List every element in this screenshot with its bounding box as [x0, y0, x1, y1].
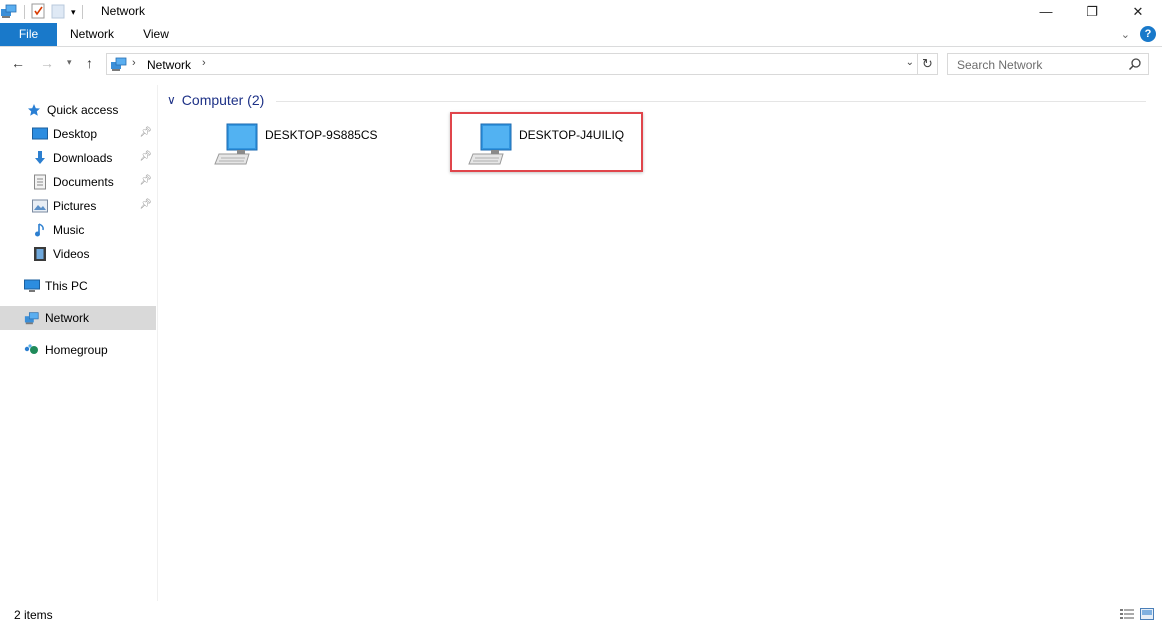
sidebar-item-network[interactable]: Network — [0, 306, 156, 330]
sidebar-item-music[interactable]: Music — [0, 218, 156, 242]
close-button[interactable]: ✕ — [1115, 0, 1161, 23]
pictures-icon — [32, 198, 48, 214]
pin-icon[interactable]: 📌︎ — [139, 151, 152, 162]
group-divider — [276, 101, 1146, 102]
computer-item[interactable]: DESKTOP-9S885CS — [213, 120, 403, 170]
refresh-icon: ↻ — [922, 56, 933, 71]
sidebar-item-label: Homegroup — [45, 343, 108, 357]
file-explorer-window: ▾ Network — ❐ ✕ File Network View ⌄ ? ← … — [0, 0, 1162, 626]
title-bar: ▾ Network — ❐ ✕ — [0, 0, 1162, 23]
sidebar-item-label: Music — [53, 223, 85, 237]
forward-arrow-icon[interactable]: → — [40, 55, 54, 71]
sidebar-item-label: Downloads — [53, 151, 113, 165]
address-dropdown-icon[interactable]: ⌄ — [906, 57, 914, 68]
back-arrow-icon[interactable]: ← — [11, 55, 25, 71]
sidebar-item-label: Quick access — [47, 103, 119, 117]
expand-ribbon-icon[interactable]: ⌄ — [1121, 28, 1130, 41]
highlight-box — [450, 112, 643, 172]
network-location-icon — [110, 56, 128, 75]
pin-icon[interactable]: 📌︎ — [139, 199, 152, 210]
sidebar-item-desktop[interactable]: Desktop 📌︎ — [0, 122, 156, 146]
sidebar-item-label: Desktop — [53, 127, 98, 141]
search-box[interactable]: Search Network — [947, 53, 1149, 75]
new-folder-icon[interactable] — [51, 3, 65, 22]
star-icon — [26, 102, 42, 118]
minimize-icon: — — [1039, 4, 1053, 19]
ribbon-tabs: File Network View ⌄ ? — [0, 23, 1162, 46]
breadcrumb-chevron-icon[interactable]: › — [202, 57, 206, 69]
tab-file[interactable]: File — [0, 23, 57, 46]
sidebar-item-pictures[interactable]: Pictures 📌︎ — [0, 194, 156, 218]
pin-icon[interactable]: 📌︎ — [139, 127, 152, 138]
sidebar-item-homegroup[interactable]: Homegroup — [0, 338, 156, 362]
sidebar-item-quick-access[interactable]: Quick access — [0, 98, 156, 122]
sidebar-item-downloads[interactable]: Downloads 📌︎ — [0, 146, 156, 170]
collapse-chevron-icon[interactable]: ∨ — [167, 93, 176, 107]
up-arrow-icon[interactable]: ↑ — [86, 55, 93, 71]
sidebar-item-label: Network — [45, 311, 90, 325]
window-title: Network — [101, 4, 146, 18]
search-icon[interactable] — [1128, 57, 1142, 74]
refresh-button[interactable]: ↻ — [918, 53, 938, 75]
computer-name: DESKTOP-9S885CS — [265, 128, 378, 142]
qat-separator — [24, 5, 25, 19]
network-icon — [0, 3, 18, 22]
restore-icon: ❐ — [1086, 3, 1098, 19]
sidebar-item-this-pc[interactable]: This PC — [0, 274, 156, 298]
sidebar-item-documents[interactable]: Documents 📌︎ — [0, 170, 156, 194]
breadcrumb-chevron-icon[interactable]: › — [132, 57, 136, 69]
navigation-pane: Quick access Desktop 📌︎ Downloads 📌︎ Doc… — [0, 96, 157, 596]
sidebar-item-label: Videos — [53, 247, 90, 261]
tab-view[interactable]: View — [130, 23, 182, 46]
pin-icon[interactable]: 📌︎ — [139, 175, 152, 186]
customize-dropdown-icon[interactable]: ▾ — [71, 7, 76, 18]
videos-icon — [32, 246, 48, 262]
search-input[interactable]: Search Network — [957, 58, 1042, 72]
group-label: Computer (2) — [181, 92, 265, 108]
documents-icon — [32, 174, 48, 190]
music-icon — [32, 222, 48, 238]
sidebar-item-label: Documents — [53, 175, 114, 189]
breadcrumb-network[interactable]: Network — [147, 58, 191, 72]
large-icons-view-icon[interactable] — [1140, 608, 1154, 623]
view-switcher — [1120, 608, 1154, 623]
sidebar-item-videos[interactable]: Videos — [0, 242, 156, 266]
pane-divider[interactable] — [157, 85, 158, 601]
properties-icon[interactable] — [31, 3, 45, 22]
sidebar-item-label: This PC — [45, 279, 88, 293]
help-icon[interactable]: ? — [1140, 26, 1156, 42]
homegroup-icon — [24, 342, 40, 358]
minimize-button[interactable]: — — [1023, 0, 1069, 23]
sidebar-item-label: Pictures — [53, 199, 97, 213]
recent-locations-icon[interactable]: ▾ — [67, 57, 72, 68]
network-icon — [24, 310, 40, 326]
downloads-icon — [32, 150, 48, 166]
group-header-computer[interactable]: ∨ Computer (2) — [167, 92, 264, 108]
details-view-icon[interactable] — [1120, 608, 1134, 623]
maximize-button[interactable]: ❐ — [1069, 0, 1115, 23]
qat-separator — [81, 5, 83, 19]
address-bar[interactable]: › Network › ⌄ — [106, 53, 918, 75]
computer-icon — [213, 120, 259, 169]
close-icon: ✕ — [1132, 3, 1144, 19]
tab-network[interactable]: Network — [62, 23, 122, 46]
status-item-count: 2 items — [14, 608, 53, 622]
desktop-icon — [32, 126, 48, 142]
ribbon-right-controls: ⌄ ? — [1121, 26, 1156, 42]
quick-access-toolbar: ▾ — [0, 2, 89, 22]
computer-icon — [24, 278, 40, 294]
